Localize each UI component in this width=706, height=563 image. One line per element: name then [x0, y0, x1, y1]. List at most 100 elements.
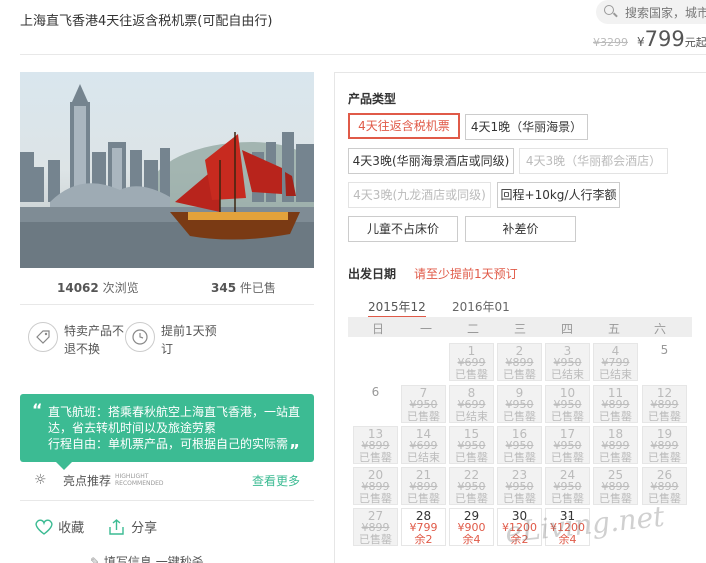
option-ticket-only[interactable]: 4天往返含税机票 [348, 113, 460, 139]
option-3-night-metropolis[interactable]: 4天3晚（华丽都会酒店） [519, 148, 668, 174]
page-title: 上海直飞香港4天往返含税机票(可配自由行) [20, 14, 273, 29]
day-status: 已售罄 [551, 451, 584, 464]
option-3-night-harbour[interactable]: 4天3晚(华丽海景酒店或同级) [348, 148, 514, 174]
calendar-day: 15 ¥950 已售罄 [449, 426, 494, 464]
view-more-link[interactable]: 查看更多 [252, 472, 300, 489]
day-status: 已结束 [407, 451, 440, 464]
feature-text: 特卖产品不退不换 [64, 324, 125, 356]
calendar-day: 18 ¥899 已售罄 [593, 426, 638, 464]
favorite-label: 收藏 [58, 521, 85, 536]
day-status: 已售罄 [551, 492, 584, 505]
calendar-day: 8 ¥699 已结束 [449, 385, 494, 423]
day-status: 已售罄 [648, 410, 681, 423]
day-status: 已售罄 [648, 451, 681, 464]
day-status: 已售罄 [599, 410, 632, 423]
calendar-day[interactable]: 28 ¥799 余2 [401, 508, 446, 546]
day-status: 已售罄 [503, 451, 536, 464]
calendar-day: 24 ¥950 已售罄 [545, 467, 590, 505]
search-icon [604, 5, 614, 15]
day-status: 已售罄 [359, 533, 392, 546]
day-status: 已售罄 [455, 492, 488, 505]
highlight-en: HIGHLIGHT RECOMMENDED [115, 473, 164, 487]
day-status: 已售罄 [359, 451, 392, 464]
month-tab-2016-01[interactable]: 2016年01 [452, 298, 510, 315]
calendar-day: 3 ¥950 已结束 [545, 343, 590, 381]
day-status: 余4 [462, 533, 481, 546]
day-status: 已售罄 [407, 410, 440, 423]
original-price: ¥3299 [593, 36, 628, 49]
tag-icon [28, 322, 58, 352]
product-photo[interactable] [20, 72, 314, 268]
calendar-weekdays: 日 一 二 三 四 五 六 [348, 317, 692, 337]
calendar-day: 25 ¥899 已售罄 [593, 467, 638, 505]
calendar-day: 11 ¥899 已售罄 [593, 385, 638, 423]
month-tab-2015-12[interactable]: 2015年12 [368, 298, 426, 318]
share-label: 分享 [131, 521, 158, 536]
close-quote: „ [289, 432, 300, 451]
departure-title: 出发日期 [348, 267, 397, 281]
calendar-day: 14 ¥699 已结束 [401, 426, 446, 464]
calendar-day: 1 ¥699 已售罄 [449, 343, 494, 381]
weekday: 二 [466, 322, 479, 336]
calendar-day: 2 ¥899 已售罄 [497, 343, 542, 381]
booking-notice: 请至少提前1天预订 [414, 267, 518, 281]
current-price: ¥799元起 [637, 27, 706, 51]
day-status: 已售罄 [455, 451, 488, 464]
calendar-day: 12 ¥899 已售罄 [642, 385, 687, 423]
sun-icon: ☼ [34, 472, 47, 488]
price-currency: ¥ [637, 35, 645, 49]
heart-icon [35, 519, 53, 535]
calendar-day: 20 ¥899 已售罄 [353, 467, 398, 505]
calendar-day: 13 ¥899 已售罄 [353, 426, 398, 464]
calendar-day: 26 ¥899 已售罄 [642, 467, 687, 505]
weekday: 三 [513, 322, 526, 336]
calendar-day: 9 ¥950 已售罄 [497, 385, 542, 423]
search-input[interactable]: 搜索国家，城市 [596, 0, 706, 24]
weekday: 五 [607, 322, 620, 336]
weekday: 日 [371, 322, 384, 336]
option-baggage[interactable]: 回程+10kg/人行李额 [497, 182, 620, 208]
favorite-button[interactable]: 收藏 [34, 517, 84, 536]
calendar-day[interactable]: 29 ¥900 余4 [449, 508, 494, 546]
open-quote: “ [32, 400, 43, 419]
note-text: 直飞航班：搭乘春秋航空上海直飞香港，一站直达，省去转机时间以及旅途劳累 行程自由… [48, 405, 300, 451]
clock-icon [125, 322, 155, 352]
day-status: 已售罄 [359, 492, 392, 505]
day-status: 余2 [414, 533, 433, 546]
highlight-note: “ 直飞航班：搭乘春秋航空上海直飞香港，一站直达，省去转机时间以及旅途劳累 行程… [20, 394, 314, 470]
calendar-day: 5 [642, 343, 687, 381]
share-icon [109, 519, 124, 535]
day-status: 已售罄 [599, 451, 632, 464]
option-child-no-bed[interactable]: 儿童不占床价 [348, 216, 458, 242]
calendar-day: 17 ¥950 已售罄 [545, 426, 590, 464]
price-value: 799 [644, 27, 685, 51]
calendar-day: 16 ¥950 已售罄 [497, 426, 542, 464]
option-1-night-harbour[interactable]: 4天1晚（华丽海景） [465, 114, 588, 140]
highlight-label: 亮点推荐 [63, 474, 112, 488]
views-count: 14062 次浏览 [57, 281, 139, 295]
day-status: 已售罄 [503, 368, 536, 381]
fill-info-button[interactable]: ✎ 填写信息 一键秒杀 [90, 553, 204, 563]
calendar-day: 22 ¥950 已售罄 [449, 467, 494, 505]
calendar-day: 23 ¥950 已售罄 [497, 467, 542, 505]
product-type-title: 产品类型 [348, 92, 397, 106]
calendar-day: 27 ¥899 已售罄 [353, 508, 398, 546]
feature-text: 提前1天预订 [161, 324, 217, 356]
day-status: 已结束 [455, 410, 488, 423]
search-placeholder: 搜索国家，城市 [625, 6, 706, 20]
price-unit: 元起 [684, 36, 706, 49]
header-divider [20, 54, 706, 55]
calendar-day: 19 ¥899 已售罄 [642, 426, 687, 464]
day-status: 已售罄 [407, 492, 440, 505]
day-status: 已售罄 [455, 368, 488, 381]
edit-icon: ✎ [90, 555, 101, 563]
sold-count: 345 件已售 [211, 281, 276, 295]
weekday: 一 [419, 322, 432, 336]
day-number: 6 [371, 385, 380, 399]
day-status: 已结束 [599, 368, 632, 381]
option-price-difference[interactable]: 补差价 [465, 216, 576, 242]
option-3-night-kowloon[interactable]: 4天3晚(九龙酒店或同级) [348, 182, 491, 208]
day-status: 已售罄 [551, 410, 584, 423]
day-status: 已售罄 [503, 492, 536, 505]
share-button[interactable]: 分享 [107, 517, 157, 536]
